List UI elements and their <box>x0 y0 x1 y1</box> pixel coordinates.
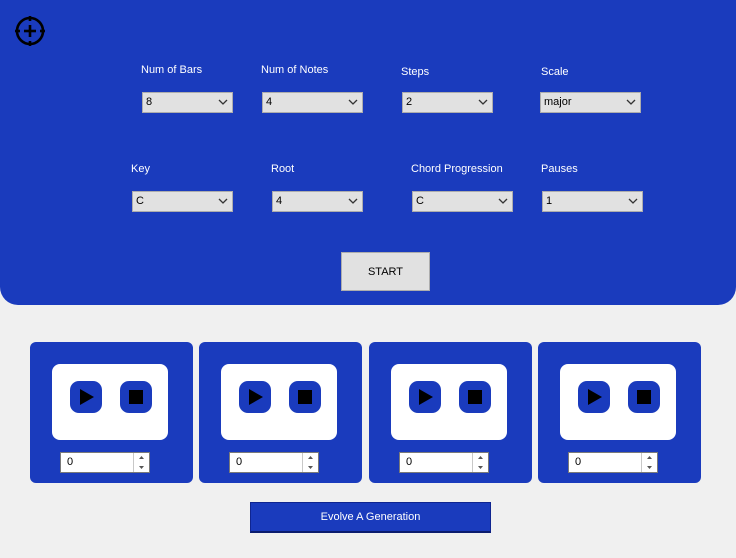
num-of-notes-value: 4 <box>266 96 273 108</box>
chord-progression-label: Chord Progression <box>411 163 503 175</box>
num-of-bars-select[interactable]: 8 <box>142 92 233 113</box>
steps-value: 2 <box>406 96 413 108</box>
player-panel <box>221 364 337 440</box>
spin-up-icon[interactable] <box>134 453 149 462</box>
spin-down-icon[interactable] <box>473 463 488 472</box>
num-of-bars-label: Num of Bars <box>141 64 203 76</box>
fitness-spinbox[interactable]: 0 <box>399 452 489 473</box>
stop-icon <box>298 390 312 404</box>
fitness-value: 0 <box>406 456 413 468</box>
chevron-down-icon <box>218 99 228 105</box>
play-icon <box>80 389 94 405</box>
steps-select[interactable]: 2 <box>402 92 493 113</box>
player-panel <box>560 364 676 440</box>
chevron-down-icon <box>348 198 358 204</box>
stop-icon <box>129 390 143 404</box>
play-icon <box>419 389 433 405</box>
num-of-notes-select[interactable]: 4 <box>262 92 363 113</box>
play-button[interactable] <box>409 381 441 413</box>
stop-icon <box>637 390 651 404</box>
scale-label: Scale <box>541 66 569 78</box>
num-of-bars-value: 8 <box>146 96 153 108</box>
stop-button[interactable] <box>628 381 660 413</box>
play-icon <box>588 389 602 405</box>
stop-button[interactable] <box>289 381 321 413</box>
root-select[interactable]: 4 <box>272 191 363 212</box>
stop-icon <box>468 390 482 404</box>
fitness-value: 0 <box>236 456 243 468</box>
root-label: Root <box>271 163 295 175</box>
play-button[interactable] <box>578 381 610 413</box>
melody-card: 0 <box>30 342 193 483</box>
key-value: C <box>136 195 144 207</box>
steps-label: Steps <box>401 66 430 78</box>
spin-buttons <box>133 453 149 472</box>
player-panel <box>52 364 168 440</box>
pauses-label: Pauses <box>541 163 578 175</box>
play-button[interactable] <box>239 381 271 413</box>
spin-buttons <box>641 453 657 472</box>
melody-card: 0 <box>369 342 532 483</box>
spin-up-icon[interactable] <box>303 453 318 462</box>
melody-card: 0 <box>199 342 362 483</box>
player-panel <box>391 364 507 440</box>
spin-buttons <box>472 453 488 472</box>
num-of-notes-label: Num of Notes <box>261 64 329 76</box>
fitness-spinbox[interactable]: 0 <box>229 452 319 473</box>
scale-select[interactable]: major <box>540 92 641 113</box>
plus-circle-icon[interactable] <box>14 15 46 47</box>
root-value: 4 <box>276 195 283 207</box>
start-button[interactable]: START <box>341 252 430 291</box>
stop-button[interactable] <box>120 381 152 413</box>
chord-progression-select[interactable]: C <box>412 191 513 212</box>
fitness-value: 0 <box>575 456 582 468</box>
spin-up-icon[interactable] <box>473 453 488 462</box>
melody-card: 0 <box>538 342 701 483</box>
key-label: Key <box>131 163 150 175</box>
scale-value: major <box>544 96 572 108</box>
key-select[interactable]: C <box>132 191 233 212</box>
pauses-value: 1 <box>546 195 553 207</box>
chevron-down-icon <box>218 198 228 204</box>
chevron-down-icon <box>626 99 636 105</box>
fitness-value: 0 <box>67 456 74 468</box>
play-button[interactable] <box>70 381 102 413</box>
spin-buttons <box>302 453 318 472</box>
evolve-generation-button[interactable]: Evolve A Generation <box>250 502 491 533</box>
spin-down-icon[interactable] <box>303 463 318 472</box>
play-icon <box>249 389 263 405</box>
fitness-spinbox[interactable]: 0 <box>60 452 150 473</box>
chevron-down-icon <box>498 198 508 204</box>
stop-button[interactable] <box>459 381 491 413</box>
spin-down-icon[interactable] <box>134 463 149 472</box>
pauses-select[interactable]: 1 <box>542 191 643 212</box>
chord-progression-value: C <box>416 195 424 207</box>
chevron-down-icon <box>348 99 358 105</box>
settings-panel: Num of Bars 8 Num of Notes 4 Steps 2 Sca… <box>0 0 736 305</box>
spin-up-icon[interactable] <box>642 453 657 462</box>
spin-down-icon[interactable] <box>642 463 657 472</box>
chevron-down-icon <box>478 99 488 105</box>
fitness-spinbox[interactable]: 0 <box>568 452 658 473</box>
chevron-down-icon <box>628 198 638 204</box>
